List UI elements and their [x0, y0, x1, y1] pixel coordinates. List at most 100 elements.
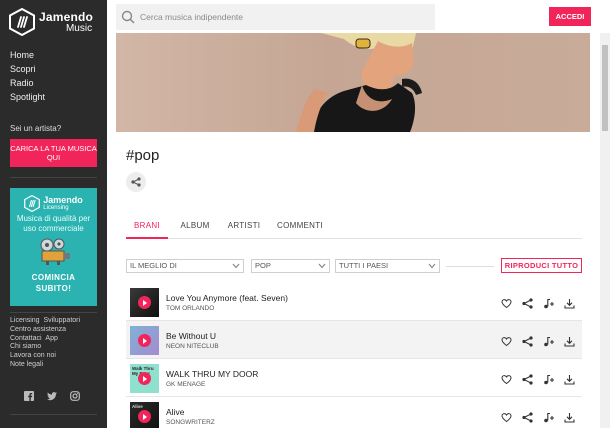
track-cover[interactable]: Walk Thru My Door	[130, 364, 159, 393]
share-icon[interactable]	[522, 410, 533, 423]
track-actions	[501, 372, 575, 385]
licensing-cta-line2: SUBITO!	[35, 284, 72, 293]
filter-genre-select[interactable]: POP	[251, 259, 330, 273]
footer-link-lavora-con-noi[interactable]: Lavora con noi	[10, 352, 56, 359]
search-icon	[121, 10, 135, 24]
social-links	[24, 391, 80, 401]
tab-commenti[interactable]: COMMENTI	[275, 215, 325, 239]
share-icon	[131, 177, 141, 187]
jamendo-logo[interactable]: Jamendo Music	[9, 8, 93, 36]
share-icon[interactable]	[522, 372, 533, 385]
like-icon[interactable]	[501, 372, 512, 385]
track-cover[interactable]	[130, 288, 159, 317]
filter-divider	[446, 266, 494, 267]
track-row[interactable]: Be Without U NEON NITECLUB	[126, 321, 582, 359]
chevron-down-icon	[318, 263, 326, 269]
brand-name: Jamendo	[39, 9, 94, 24]
top-bar: ACCEDI	[107, 0, 610, 33]
footer-link-sviluppatori[interactable]: Sviluppatori	[43, 317, 80, 324]
content-tabs: BRANI ALBUM ARTISTI COMMENTI	[126, 215, 582, 239]
add-to-playlist-icon[interactable]	[543, 410, 554, 423]
footer-link-licensing[interactable]: Licensing	[10, 317, 40, 324]
sidebar-divider	[10, 312, 97, 313]
sidebar-divider	[10, 414, 97, 415]
twitter-icon[interactable]	[47, 391, 57, 401]
login-button[interactable]: ACCEDI	[549, 7, 591, 26]
play-icon[interactable]	[138, 334, 151, 347]
footer-link-chi-siamo[interactable]: Chi siamo	[10, 343, 41, 350]
track-artist[interactable]: TOM ORLANDO	[166, 305, 214, 312]
nav-item-radio[interactable]: Radio	[10, 76, 45, 90]
filter-country-select[interactable]: TUTTI I PAESI	[335, 259, 440, 273]
tab-artisti[interactable]: ARTISTI	[226, 215, 262, 239]
scrollbar-thumb[interactable]	[602, 45, 608, 131]
tab-album[interactable]: ALBUM	[177, 215, 213, 239]
track-row[interactable]: Walk Thru My Door WALK THRU MY DOOR GK M…	[126, 359, 582, 397]
licensing-cta-line1: COMINCIA	[31, 273, 76, 282]
track-cover[interactable]	[130, 326, 159, 355]
licensing-hexagon-icon	[24, 195, 41, 212]
play-icon[interactable]	[138, 410, 151, 423]
artist-question: Sei un artista?	[10, 124, 62, 133]
filter-country-value: TUTTI I PAESI	[339, 261, 389, 270]
main-nav: Home Scopri Radio Spotlight	[10, 48, 45, 104]
track-row[interactable]: Alive Alive SONGWRITERZ	[126, 397, 582, 428]
play-icon[interactable]	[138, 296, 151, 309]
footer-link-note-legali[interactable]: Note legali	[10, 361, 43, 368]
track-title[interactable]: Be Without U	[166, 331, 216, 341]
track-row[interactable]: Love You Anymore (feat. Seven) TOM ORLAN…	[126, 283, 582, 321]
page-title: #pop	[126, 147, 160, 164]
download-icon[interactable]	[564, 410, 575, 423]
download-icon[interactable]	[564, 372, 575, 385]
like-icon[interactable]	[501, 410, 512, 423]
search-input[interactable]	[140, 7, 430, 27]
track-actions	[501, 334, 575, 347]
hero-image	[116, 33, 590, 132]
footer-link-centro-assistenza[interactable]: Centro assistenza	[10, 326, 66, 333]
sidebar-divider	[10, 177, 97, 178]
upload-music-button[interactable]: CARICA LA TUA MUSICA QUI	[10, 139, 97, 167]
track-title[interactable]: Alive	[166, 407, 184, 417]
track-cover[interactable]: Alive	[130, 402, 159, 428]
add-to-playlist-icon[interactable]	[543, 296, 554, 309]
chevron-down-icon	[232, 263, 240, 269]
track-title[interactable]: WALK THRU MY DOOR	[166, 369, 258, 379]
chevron-down-icon	[428, 263, 436, 269]
search-box	[116, 4, 435, 30]
track-title[interactable]: Love You Anymore (feat. Seven)	[166, 293, 288, 303]
nav-item-spotlight[interactable]: Spotlight	[10, 90, 45, 104]
jamendo-hexagon-icon	[9, 8, 35, 36]
footer-link-app[interactable]: App	[45, 335, 57, 342]
filter-genre-value: POP	[255, 261, 271, 270]
hero-artist-photo	[296, 33, 422, 132]
add-to-playlist-icon[interactable]	[543, 372, 554, 385]
instagram-icon[interactable]	[70, 391, 80, 401]
track-artist[interactable]: NEON NITECLUB	[166, 343, 219, 350]
play-icon[interactable]	[138, 372, 151, 385]
licensing-brand: Jamendo	[43, 194, 83, 205]
track-artist[interactable]: SONGWRITERZ	[166, 419, 215, 426]
share-button[interactable]	[126, 172, 146, 192]
facebook-icon[interactable]	[24, 391, 34, 401]
nav-item-home[interactable]: Home	[10, 48, 45, 62]
play-all-button[interactable]: RIPRODUCI TUTTO	[501, 258, 582, 273]
share-icon[interactable]	[522, 334, 533, 347]
share-icon[interactable]	[522, 296, 533, 309]
add-to-playlist-icon[interactable]	[543, 334, 554, 347]
filter-sort-select[interactable]: IL MEGLIO DI	[126, 259, 244, 273]
like-icon[interactable]	[501, 296, 512, 309]
licensing-sub: Licensing	[43, 204, 69, 211]
track-artist[interactable]: GK MENAGE	[166, 381, 205, 388]
tab-brani[interactable]: BRANI	[126, 215, 168, 239]
download-icon[interactable]	[564, 334, 575, 347]
footer-link-contattaci[interactable]: Contattaci	[10, 335, 42, 342]
page-scrollbar[interactable]	[600, 33, 610, 428]
filter-sort-value: IL MEGLIO DI	[130, 261, 177, 270]
track-actions	[501, 410, 575, 423]
download-icon[interactable]	[564, 296, 575, 309]
brand-sub: Music	[65, 22, 93, 34]
licensing-banner[interactable]: Jamendo Licensing Musica di qualità per …	[10, 188, 97, 306]
nav-item-scopri[interactable]: Scopri	[10, 62, 45, 76]
footer-links: Licensing Sviluppatori Centro assistenza…	[10, 317, 102, 370]
like-icon[interactable]	[501, 334, 512, 347]
